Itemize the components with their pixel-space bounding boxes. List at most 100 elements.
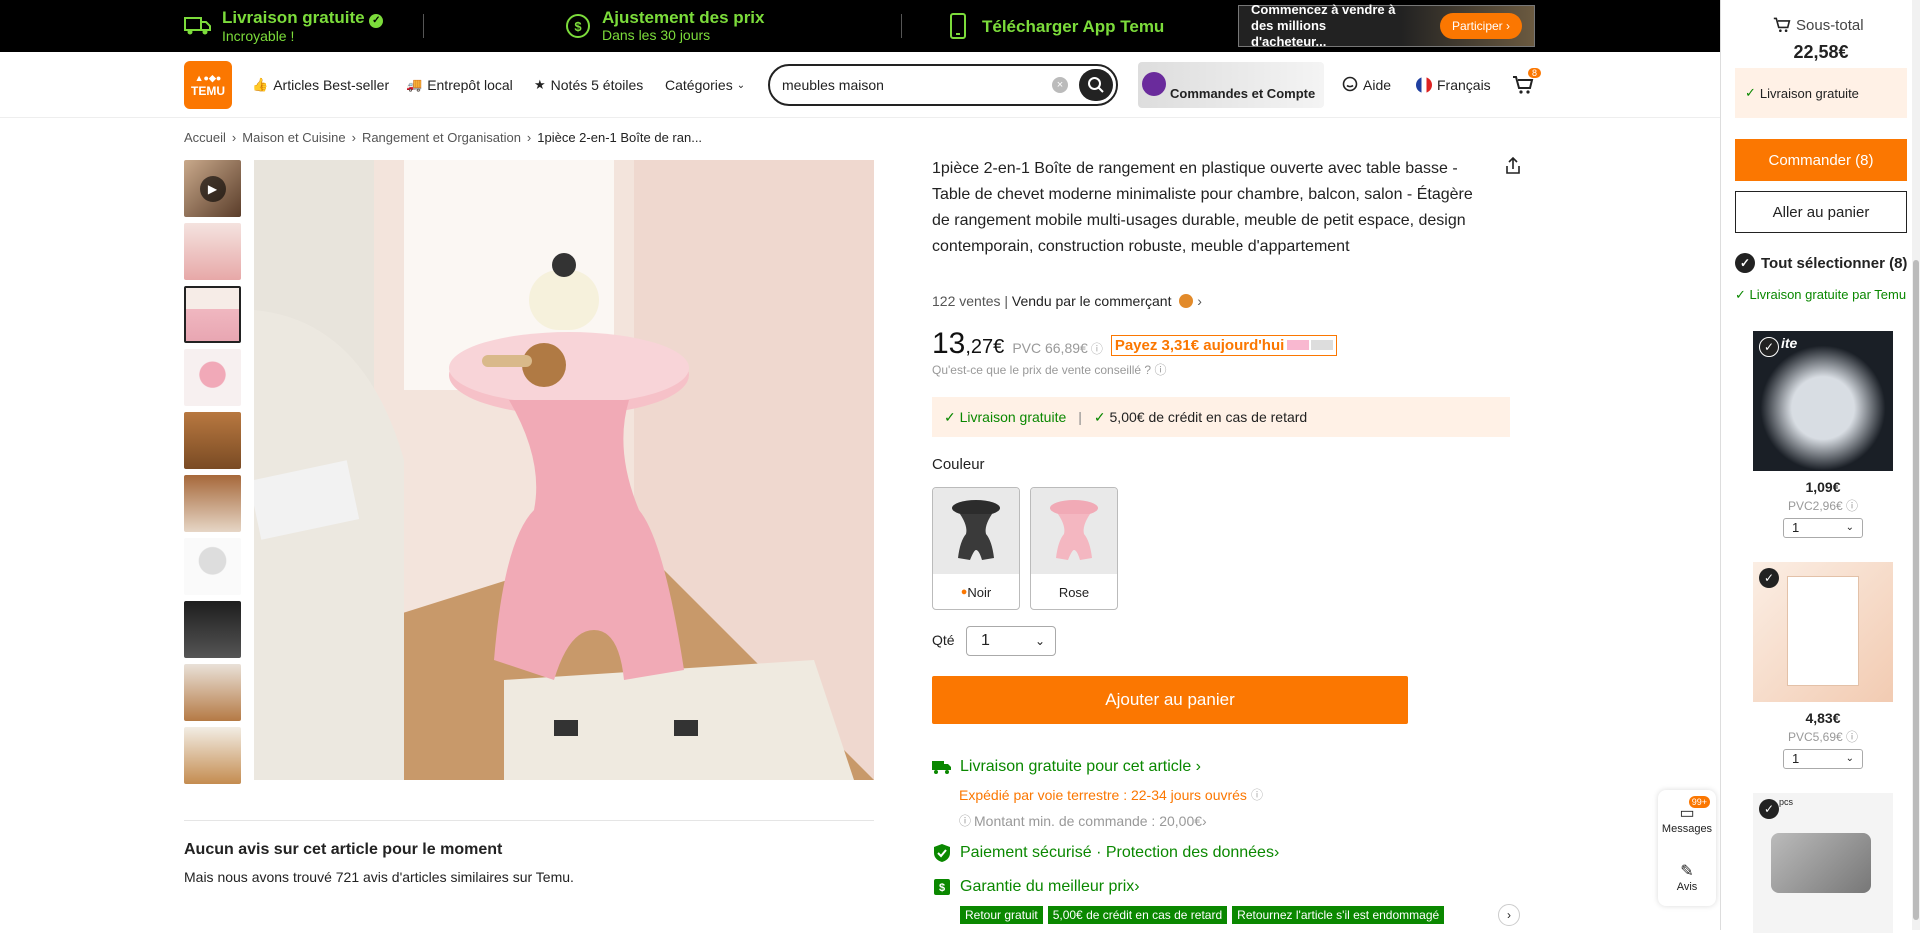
scrollbar-thumb[interactable] xyxy=(1913,260,1919,920)
thumbnail-image[interactable] xyxy=(184,664,241,721)
breadcrumb-home-kitchen[interactable]: Maison et Cuisine xyxy=(242,130,345,145)
quantity-select[interactable]: 1 ⌄ xyxy=(966,626,1056,656)
cart-item: ✓ ite 1,09€ PVC2,96€ ⓘ 1 ⌄ xyxy=(1753,331,1893,538)
play-icon: ▶ xyxy=(199,175,226,202)
chevron-right-icon: › xyxy=(351,130,356,145)
breadcrumb-current: 1pièce 2-en-1 Boîte de ran... xyxy=(537,130,703,145)
nav-five-stars-label: Notés 5 étoiles xyxy=(550,77,644,93)
separator: | xyxy=(1004,293,1012,309)
cart-item-image[interactable]: ✓ xyxy=(1753,562,1893,702)
seller-link[interactable]: Vendu par le commerçant xyxy=(1012,293,1172,309)
divider xyxy=(901,14,902,38)
cart-item-image[interactable]: ✓ pcs xyxy=(1753,793,1893,933)
side-cart: Sous-total 22,58€ ✓ Livraison gratuite Co… xyxy=(1720,0,1920,933)
language-selector[interactable]: Français xyxy=(1416,52,1491,118)
chevron-right-icon: › xyxy=(1197,293,1202,309)
select-all-label: Tout sélectionner (8) xyxy=(1761,254,1908,272)
go-to-cart-button[interactable]: Aller au panier xyxy=(1735,191,1907,233)
help-link[interactable]: Aide xyxy=(1342,52,1391,118)
share-icon[interactable] xyxy=(1503,156,1523,181)
check-icon: ✓ xyxy=(1735,287,1750,302)
nav-five-stars[interactable]: ★ Notés 5 étoiles xyxy=(534,52,643,118)
thumbnail-image[interactable] xyxy=(184,727,241,784)
cart-item-image[interactable]: ✓ ite xyxy=(1753,331,1893,471)
reviews-button[interactable]: ✎ Avis xyxy=(1658,848,1716,906)
cart-icon xyxy=(1773,17,1791,33)
cart-button[interactable]: 8 xyxy=(1512,52,1542,118)
info-icon: ⓘ xyxy=(959,814,972,828)
separator: | xyxy=(1078,409,1082,425)
nav-categories[interactable]: Catégories ⌄ xyxy=(665,52,745,118)
main-product-image[interactable] xyxy=(254,160,874,780)
color-option-black[interactable]: ● Noir xyxy=(932,487,1020,610)
cart-item-qty: 1 xyxy=(1792,751,1800,766)
cart-item-price: 4,83€ xyxy=(1805,710,1841,726)
participate-button[interactable]: Participer › xyxy=(1439,13,1522,39)
price-main: 13 xyxy=(932,327,966,360)
headset-icon xyxy=(1342,76,1358,95)
star-badge-icon: ★ xyxy=(534,77,546,92)
pvc-question[interactable]: Qu'est-ce que le prix de vente conseillé… xyxy=(932,361,1166,378)
thumbnail-image[interactable] xyxy=(184,412,241,469)
help-icon[interactable]: ⓘ xyxy=(1251,786,1263,803)
download-app-promo[interactable]: Télécharger App Temu xyxy=(944,0,1164,52)
logo-text: TEMU xyxy=(191,83,225,98)
payment-logo-icon xyxy=(1311,340,1334,350)
select-all-checkbox[interactable]: ✓ Tout sélectionner (8) xyxy=(1735,253,1907,273)
clear-search-icon[interactable]: × xyxy=(1052,77,1068,93)
thumbnail-video[interactable]: ▶ xyxy=(184,160,241,217)
free-shipping-promo[interactable]: Livraison gratuite ✓ Incroyable ! xyxy=(184,0,384,52)
chevron-right-icon: › xyxy=(1273,844,1280,861)
thumbs-up-icon: 👍 xyxy=(252,77,269,92)
cart-item-qty-select[interactable]: 1 ⌄ xyxy=(1783,518,1863,538)
nav-best-sellers[interactable]: 👍 Articles Best-seller xyxy=(252,52,389,118)
account-menu[interactable]: Commandes et Compte xyxy=(1138,62,1324,108)
french-flag-icon xyxy=(1416,77,1432,93)
temu-logo[interactable]: ▲●◆● TEMU xyxy=(184,61,232,109)
cart-item-qty-select[interactable]: 1 ⌄ xyxy=(1783,749,1863,769)
messages-button[interactable]: ▭ Messages 99+ xyxy=(1658,790,1716,848)
chevron-down-icon: ⌄ xyxy=(1034,634,1045,648)
free-shipping-by: ✓ Livraison gratuite par Temu xyxy=(1735,286,1911,303)
color-option-pink[interactable]: Rose xyxy=(1030,487,1118,610)
pay-today-badge[interactable]: Payez 3,31€ aujourd'hui xyxy=(1110,335,1338,356)
shipping-info-link[interactable]: Livraison gratuite pour cet article › xyxy=(932,757,1201,777)
item-checkbox[interactable]: ✓ xyxy=(1759,568,1779,588)
tags-next-button[interactable]: › xyxy=(1498,904,1520,926)
thumbnail-image[interactable] xyxy=(184,601,241,658)
item-checkbox[interactable]: ✓ xyxy=(1759,337,1779,357)
scrollbar[interactable] xyxy=(1912,0,1920,930)
item-checkbox[interactable]: ✓ xyxy=(1759,799,1779,819)
info-icon[interactable]: ⓘ xyxy=(1091,340,1103,357)
thumbnail-image[interactable] xyxy=(184,538,241,595)
seller-banner[interactable]: Commencez à vendre à des millions d'ache… xyxy=(1238,2,1535,49)
tag-free-return: Retour gratuit xyxy=(960,906,1043,924)
thumbnail-list: ▶ xyxy=(184,160,242,790)
checkout-button[interactable]: Commander (8) xyxy=(1735,139,1907,181)
image-overlay-text: pcs xyxy=(1779,797,1794,807)
search-bar[interactable]: meubles maison × xyxy=(768,64,1118,106)
nav-local-warehouse[interactable]: 🚚 Entrepôt local xyxy=(406,52,513,118)
best-price-link[interactable]: $ Garantie du meilleur prix › xyxy=(932,877,1140,897)
add-to-cart-button[interactable]: Ajouter au panier xyxy=(932,676,1408,724)
search-button[interactable] xyxy=(1079,69,1113,101)
merchant-icon xyxy=(1179,294,1194,308)
color-thumb-pink xyxy=(1031,488,1117,574)
free-shipping-by-text: Livraison gratuite par Temu xyxy=(1749,287,1907,302)
breadcrumb-storage[interactable]: Rangement et Organisation xyxy=(362,130,521,145)
info-icon: ⓘ xyxy=(1846,730,1859,744)
reviews-label: Avis xyxy=(1676,881,1698,893)
cart-item: ✓ 4,83€ PVC5,69€ ⓘ 1 ⌄ xyxy=(1753,562,1893,769)
nav-local-warehouse-label: Entrepôt local xyxy=(427,77,513,93)
thumbnail-image[interactable] xyxy=(184,475,241,532)
thumbnail-image[interactable] xyxy=(184,223,241,280)
secure-payment-link[interactable]: Paiement sécurisé · Protection des donné… xyxy=(932,843,1279,863)
breadcrumb-home[interactable]: Accueil xyxy=(184,130,226,145)
free-shipping-subtitle: Incroyable ! xyxy=(222,27,295,44)
tag-damaged-return: Retournez l'article s'il est endommagé xyxy=(1232,906,1445,924)
thumbnail-image-selected[interactable] xyxy=(184,286,241,343)
search-input[interactable]: meubles maison xyxy=(782,77,884,93)
price-adjust-promo[interactable]: $ Ajustement des prix Dans les 30 jours xyxy=(564,0,765,52)
thumbnail-image[interactable] xyxy=(184,349,241,406)
cart-item-pvc-text: PVC5,69€ xyxy=(1787,730,1843,744)
